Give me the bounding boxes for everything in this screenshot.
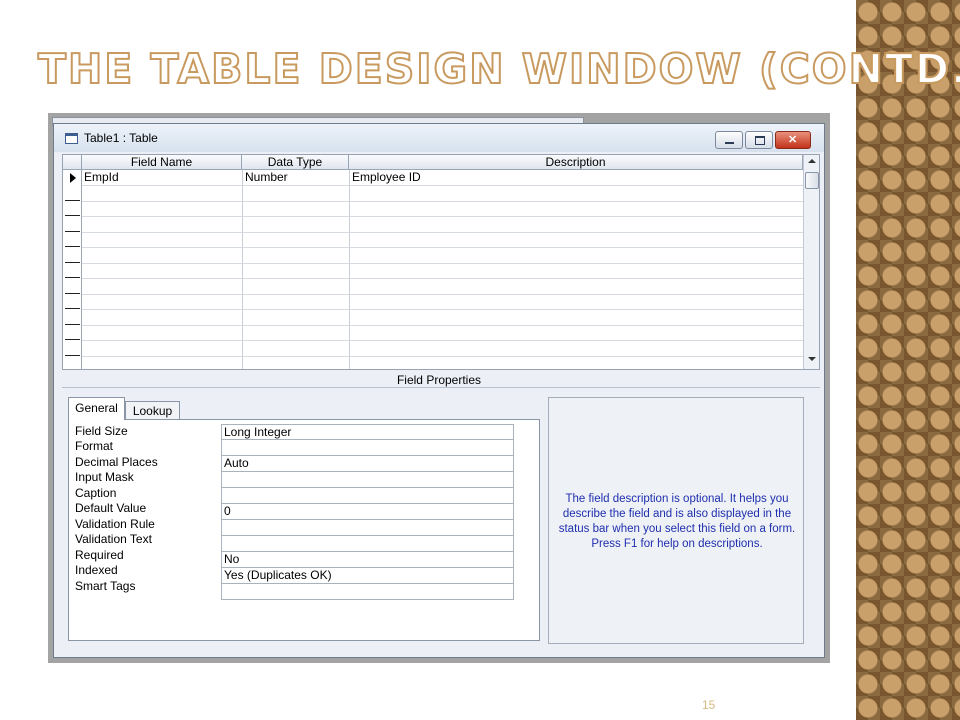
property-label-caption: Caption bbox=[75, 486, 117, 500]
table-icon bbox=[65, 133, 78, 144]
property-label-default-value: Default Value bbox=[75, 501, 147, 515]
slide-number: 15 bbox=[702, 698, 716, 712]
row-selector-column[interactable] bbox=[63, 170, 82, 369]
scroll-up-arrow-icon[interactable] bbox=[808, 159, 816, 163]
close-button[interactable] bbox=[775, 131, 811, 149]
minimize-button[interactable] bbox=[715, 131, 743, 149]
row-line bbox=[82, 216, 803, 217]
row-line bbox=[82, 185, 803, 186]
column-header-description[interactable]: Description bbox=[349, 155, 803, 170]
row-line bbox=[82, 309, 803, 310]
property-label-smart-tags: Smart Tags bbox=[75, 579, 136, 593]
row-line bbox=[82, 340, 803, 341]
row-line bbox=[82, 294, 803, 295]
column-header-data-type[interactable]: Data Type bbox=[242, 155, 349, 170]
input-mask-input[interactable] bbox=[221, 472, 514, 488]
row-selector[interactable] bbox=[65, 215, 80, 216]
table-design-window: Table1 : Table Field Name Data Type Desc… bbox=[53, 123, 825, 658]
property-label-indexed: Indexed bbox=[75, 563, 118, 577]
row-selector[interactable] bbox=[65, 308, 80, 309]
smart-tags-input[interactable] bbox=[221, 584, 514, 600]
help-text: The field description is optional. It he… bbox=[558, 493, 796, 550]
field-name-cell[interactable]: EmpId bbox=[82, 170, 119, 185]
row-selector-header bbox=[63, 155, 82, 170]
property-label-validation-text: Validation Text bbox=[75, 532, 152, 546]
property-label-required: Required bbox=[75, 548, 124, 562]
caption-input[interactable] bbox=[221, 488, 514, 504]
default-value-input[interactable]: 0 bbox=[221, 504, 514, 520]
row-selector[interactable] bbox=[65, 231, 80, 232]
window-titlebar[interactable]: Table1 : Table bbox=[54, 124, 824, 152]
row-selector[interactable] bbox=[65, 262, 80, 263]
row-selector[interactable] bbox=[65, 355, 80, 356]
field-size-input[interactable]: Long Integer bbox=[221, 424, 514, 440]
scroll-thumb[interactable] bbox=[805, 172, 819, 189]
tab-lookup[interactable]: Lookup bbox=[125, 401, 180, 420]
decorative-side-strip bbox=[856, 0, 960, 720]
property-label-format: Format bbox=[75, 439, 114, 453]
window-title: Table1 : Table bbox=[84, 131, 158, 145]
property-label-field-size: Field Size bbox=[75, 424, 128, 438]
row-line bbox=[82, 356, 803, 357]
general-properties-panel: Field Size Long Integer Format Decimal P… bbox=[68, 419, 540, 641]
row-selector[interactable] bbox=[65, 324, 80, 325]
column-header-field-name[interactable]: Field Name bbox=[82, 155, 242, 170]
section-divider bbox=[62, 387, 820, 388]
validation-text-input[interactable] bbox=[221, 536, 514, 552]
row-selector[interactable] bbox=[65, 246, 80, 247]
tab-general[interactable]: General bbox=[68, 397, 125, 420]
row-line bbox=[82, 263, 803, 264]
field-grid: Field Name Data Type Description EmpId N… bbox=[62, 154, 820, 370]
row-selector[interactable] bbox=[65, 200, 80, 201]
row-selector[interactable] bbox=[65, 339, 80, 340]
indexed-input[interactable]: Yes (Duplicates OK) bbox=[221, 568, 514, 584]
property-label-validation-rule: Validation Rule bbox=[75, 517, 155, 531]
row-line bbox=[82, 247, 803, 248]
scroll-down-arrow-icon[interactable] bbox=[808, 357, 816, 361]
property-label-decimal-places: Decimal Places bbox=[75, 455, 158, 469]
validation-rule-input[interactable] bbox=[221, 520, 514, 536]
format-input[interactable] bbox=[221, 440, 514, 456]
grid-vertical-scrollbar[interactable] bbox=[803, 155, 819, 369]
row-selector[interactable] bbox=[65, 293, 80, 294]
row-line bbox=[82, 201, 803, 202]
row-line bbox=[82, 278, 803, 279]
row-line bbox=[82, 325, 803, 326]
property-label-input-mask: Input Mask bbox=[75, 470, 134, 484]
row-line bbox=[82, 232, 803, 233]
help-pane: The field description is optional. It he… bbox=[548, 397, 804, 644]
field-properties-heading: Field Properties bbox=[396, 373, 482, 387]
restore-button[interactable] bbox=[745, 131, 773, 149]
data-type-cell[interactable]: Number bbox=[243, 170, 288, 185]
current-row-arrow-icon bbox=[70, 173, 76, 183]
required-input[interactable]: No bbox=[221, 552, 514, 568]
access-window-frame: Table1 : Table Field Name Data Type Desc… bbox=[48, 113, 830, 663]
row-selector[interactable] bbox=[65, 277, 80, 278]
description-cell[interactable]: Employee ID bbox=[350, 170, 421, 185]
decimal-places-input[interactable]: Auto bbox=[221, 456, 514, 472]
slide-title: THE TABLE DESIGN WINDOW (CONTD.) bbox=[37, 44, 960, 94]
